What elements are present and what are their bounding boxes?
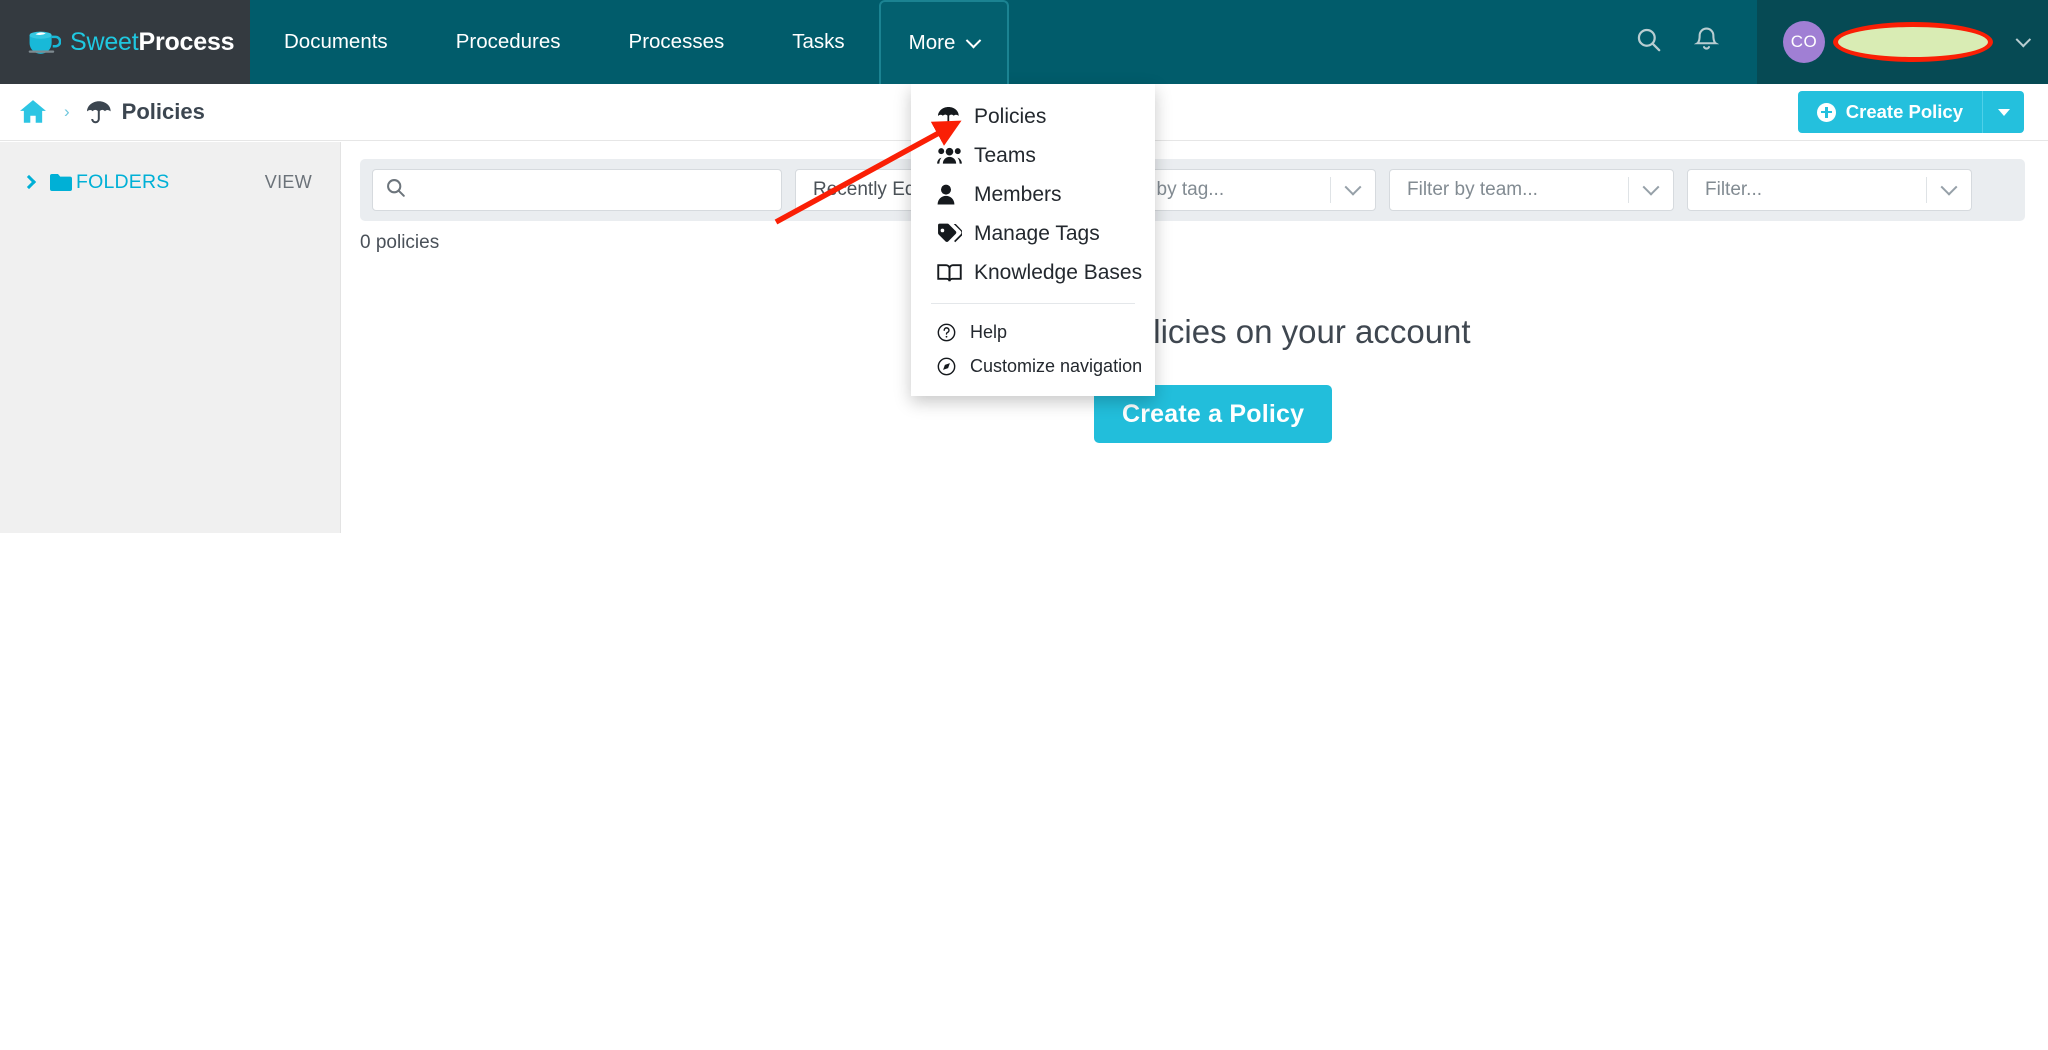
menu-item-label: Help [970, 321, 1008, 342]
sweetprocess-policies-page: SweetProcess Documents Procedures Proces… [0, 0, 2048, 1050]
nav-label: More [908, 31, 956, 54]
chevron-down-icon [1331, 178, 1375, 196]
menu-item-help[interactable]: Help [911, 315, 1155, 349]
menu-item-label: Policies [974, 104, 1047, 128]
account-menu[interactable]: CO [1757, 0, 2048, 84]
menu-item-knowledge-bases[interactable]: Knowledge Bases [911, 253, 1155, 292]
folders-label: FOLDERS [76, 170, 170, 193]
umbrella-icon [937, 106, 963, 127]
search-field-wrapper[interactable] [372, 169, 782, 211]
plus-circle-icon [1816, 102, 1836, 122]
notifications-button[interactable] [1677, 0, 1735, 84]
other-filter-select[interactable]: Filter... [1687, 169, 1972, 211]
other-filter-value: Filter... [1705, 179, 1763, 200]
chevron-down-icon [966, 32, 982, 48]
nav-label: Processes [628, 30, 725, 53]
brand-name-light: Sweet [70, 27, 139, 56]
nav-item-more[interactable]: More [878, 0, 1010, 84]
team-filter-select[interactable]: Filter by team... [1389, 169, 1674, 211]
brand-name-bold: Process [138, 27, 235, 56]
navbar-right: CO [1619, 0, 2048, 84]
search-input[interactable] [416, 179, 769, 201]
chevron-down-icon [2015, 31, 2032, 47]
brand-wordmark: SweetProcess [70, 27, 235, 57]
create-policy-dropdown-button[interactable] [1982, 91, 2024, 133]
create-policy-button[interactable]: Create Policy [1797, 91, 1982, 133]
nav-item-tasks[interactable]: Tasks [758, 0, 878, 84]
chevron-right-icon [21, 174, 37, 190]
menu-item-label: Manage Tags [974, 221, 1100, 245]
menu-item-label: Knowledge Bases [974, 260, 1143, 284]
user-icon [937, 184, 963, 205]
compass-icon [937, 357, 961, 376]
menu-item-label: Customize navigation [970, 355, 1143, 376]
coffee-cup-icon [27, 27, 62, 57]
menu-divider [931, 303, 1135, 304]
folder-icon [49, 173, 73, 192]
umbrella-icon [86, 100, 113, 124]
search-button[interactable] [1619, 0, 1677, 84]
nav-item-documents[interactable]: Documents [250, 0, 422, 84]
filter-toolbar: Recently Edited Filter by tag... Filter … [360, 159, 2025, 221]
bell-icon [1693, 26, 1719, 58]
folders-view-button[interactable]: VIEW [265, 172, 312, 193]
team-filter-value: Filter by team... [1407, 179, 1538, 200]
users-icon [937, 146, 963, 165]
search-icon [1635, 26, 1662, 58]
nav-label: Procedures [455, 30, 561, 53]
menu-item-policies[interactable]: Policies [911, 97, 1155, 136]
nav-item-processes[interactable]: Processes [595, 0, 759, 84]
home-icon[interactable] [18, 98, 48, 126]
breadcrumb-separator: › [64, 102, 70, 121]
menu-item-manage-tags[interactable]: Manage Tags [911, 214, 1155, 253]
redaction-ellipse [1833, 22, 1993, 62]
sidebar-item-folders[interactable]: FOLDERS VIEW [0, 164, 340, 200]
avatar-initials: CO [1790, 32, 1818, 51]
create-policy-group: Create Policy [1797, 91, 2024, 133]
create-policy-label: Create Policy [1845, 101, 1963, 122]
question-circle-icon [937, 323, 961, 342]
avatar: CO [1783, 21, 1825, 63]
search-icon [385, 177, 406, 203]
brand-logo[interactable]: SweetProcess [0, 0, 250, 84]
chevron-down-icon [1629, 178, 1673, 196]
book-open-icon [937, 263, 963, 283]
tags-icon [937, 223, 963, 244]
page-title: Policies [121, 99, 205, 124]
nav-item-procedures[interactable]: Procedures [422, 0, 595, 84]
policy-count: 0 policies [360, 232, 440, 253]
caret-down-icon [1997, 108, 2010, 116]
primary-nav: Documents Procedures Processes Tasks Mor… [250, 0, 1010, 84]
menu-item-label: Members [974, 182, 1062, 206]
account-name-redacted [1833, 22, 1993, 62]
top-navbar: SweetProcess Documents Procedures Proces… [0, 0, 2048, 84]
menu-item-label: Teams [974, 143, 1036, 167]
nav-label: Documents [284, 30, 388, 53]
menu-item-members[interactable]: Members [911, 175, 1155, 214]
chevron-down-icon [1927, 178, 1971, 196]
more-dropdown-menu: Policies Teams Members Manage Tags Knowl… [911, 84, 1155, 396]
nav-label: Tasks [792, 30, 845, 53]
menu-item-customize-navigation[interactable]: Customize navigation [911, 349, 1155, 383]
menu-item-teams[interactable]: Teams [911, 136, 1155, 175]
